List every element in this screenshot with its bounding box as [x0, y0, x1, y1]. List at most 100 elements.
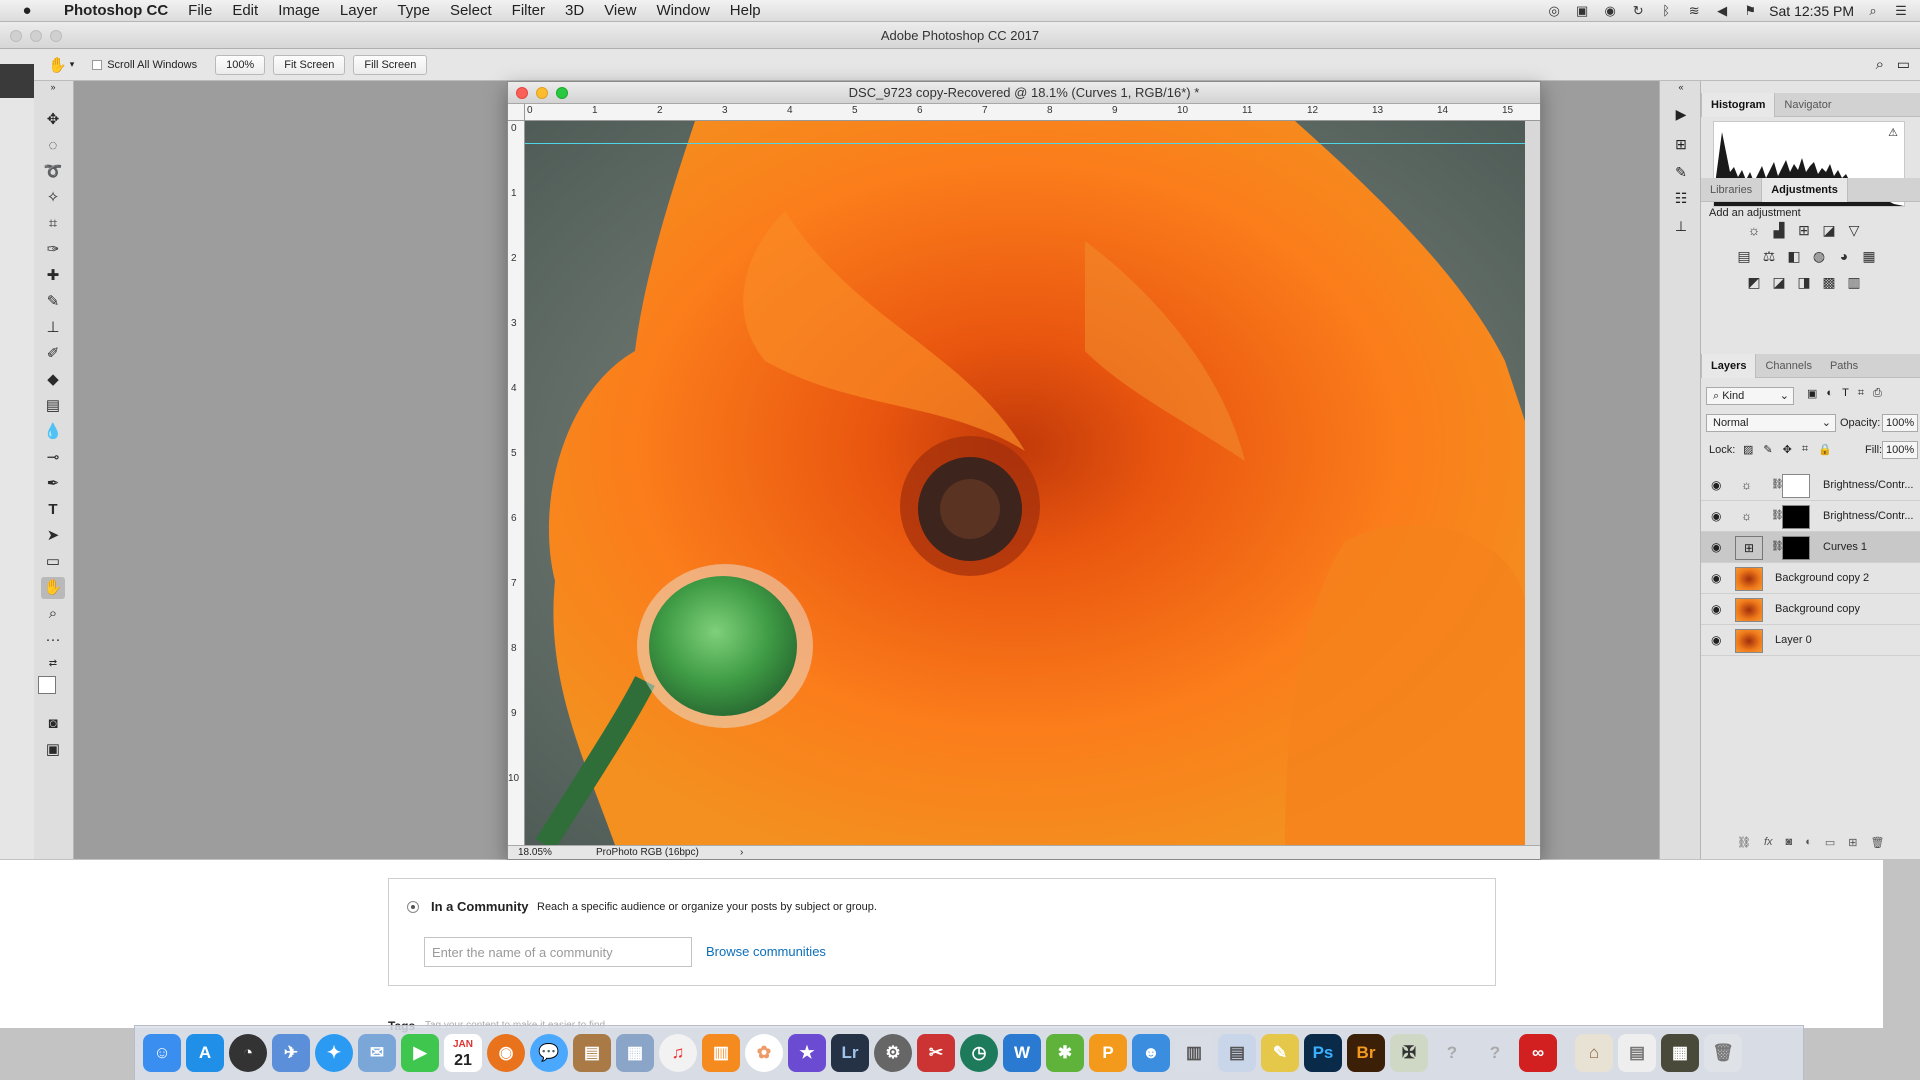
color-balance-icon[interactable]: ⚖ [1760, 248, 1778, 265]
clone-source-icon[interactable]: ⊥ [1669, 215, 1693, 237]
black-white-icon[interactable]: ◧ [1785, 248, 1803, 265]
lock-position-icon[interactable]: ✥ [1783, 443, 1792, 456]
vertical-ruler[interactable]: 0 1 2 3 4 5 6 7 8 9 10 [508, 121, 525, 845]
collapse-panels-icon[interactable]: « [1669, 81, 1693, 93]
fill-input[interactable]: 100% [1882, 441, 1918, 459]
warning-icon[interactable]: ⚠ [1888, 126, 1898, 139]
contacts-icon[interactable]: ▤ [573, 1034, 611, 1072]
chevron-down-icon[interactable]: ▾ [70, 59, 75, 70]
layer-name[interactable]: Curves 1 [1823, 541, 1867, 553]
tab-adjustments[interactable]: Adjustments [1761, 178, 1848, 202]
layer-thumbnail[interactable] [1735, 629, 1763, 653]
lock-artboard-icon[interactable]: ⌗ [1802, 443, 1808, 456]
path-selection-tool-icon[interactable]: ➤ [41, 525, 65, 547]
lock-all-icon[interactable]: 🔒 [1818, 443, 1832, 456]
menu-type[interactable]: Type [387, 0, 440, 22]
mail-icon[interactable]: ✉ [358, 1034, 396, 1072]
tab-layers[interactable]: Layers [1701, 354, 1757, 378]
selective-color-icon[interactable]: ▩ [1820, 274, 1838, 291]
downloads-stack-icon[interactable]: ▦ [1661, 1034, 1699, 1072]
gradient-map-icon[interactable]: ▥ [1845, 274, 1863, 291]
layer-row-selected[interactable]: ◉ ⊞ ⛓ Curves 1 [1701, 532, 1920, 563]
pen-tool-icon[interactable]: ✒ [41, 473, 65, 495]
spotlight-icon[interactable]: ⌕ [1864, 3, 1882, 19]
doc-minimize-button[interactable] [536, 87, 548, 99]
smart-object-filter-icon[interactable]: ⎙ [1873, 387, 1882, 400]
app-notes-icon[interactable]: ✎ [1261, 1034, 1299, 1072]
firefox-icon[interactable]: ◉ [487, 1034, 525, 1072]
apple-icon[interactable]: ● [0, 2, 54, 19]
tab-libraries[interactable]: Libraries [1701, 178, 1761, 202]
fit-screen-button[interactable]: Fit Screen [273, 54, 346, 75]
color-lookup-icon[interactable]: ▦ [1860, 248, 1878, 265]
bluetooth-icon[interactable]: ᛒ [1657, 3, 1675, 19]
quick-mask-icon[interactable]: ◙ [41, 713, 65, 735]
play-actions-icon[interactable]: ▶ [1669, 103, 1693, 125]
swap-colors-icon[interactable]: ⇄ [41, 657, 65, 671]
link-layers-icon[interactable]: ⛓ [1737, 836, 1751, 849]
layer-thumbnail[interactable] [1735, 598, 1763, 622]
itunes-icon[interactable]: ♫ [659, 1034, 697, 1072]
history-panel-icon[interactable]: ⊞ [1669, 133, 1693, 155]
exposure-icon[interactable]: ◪ [1820, 222, 1838, 239]
vibrance-icon[interactable]: ▽ [1845, 222, 1863, 239]
browse-communities-link[interactable]: Browse communities [706, 944, 826, 959]
fx-icon[interactable]: fx [1764, 836, 1773, 849]
home-folder-icon[interactable]: ⌂ [1575, 1034, 1613, 1072]
type-tool-icon[interactable]: T [41, 499, 65, 521]
eye-icon[interactable]: ◉ [1711, 571, 1721, 585]
preview-icon[interactable]: ✈ [272, 1034, 310, 1072]
rectangle-tool-icon[interactable]: ▭ [41, 551, 65, 573]
guide-line[interactable] [525, 143, 1525, 144]
wifi-icon[interactable]: ≋ [1685, 3, 1703, 19]
brush-tool-icon[interactable]: ✎ [41, 291, 65, 313]
eye-icon[interactable]: ◉ [1711, 602, 1721, 616]
sync-icon[interactable]: ◉ [1601, 3, 1619, 19]
time-machine-dock-icon[interactable]: ◷ [960, 1034, 998, 1072]
creative-cloud-icon[interactable]: ◎ [1545, 3, 1563, 19]
eye-icon[interactable]: ◉ [1711, 633, 1721, 647]
system-preferences-icon[interactable]: ⚙ [874, 1034, 912, 1072]
trash-dock-icon[interactable]: 🗑 [1704, 1034, 1742, 1072]
facetime-icon[interactable]: ▶ [401, 1034, 439, 1072]
history-brush-tool-icon[interactable]: ✐ [41, 343, 65, 365]
new-layer-icon[interactable]: ⊞ [1848, 836, 1857, 849]
flag-icon[interactable]: ⚑ [1741, 3, 1759, 19]
menu-view[interactable]: View [594, 0, 646, 22]
menu-3d[interactable]: 3D [555, 0, 594, 22]
app-doc-icon[interactable]: ▤ [1218, 1034, 1256, 1072]
photoshop-icon[interactable]: Ps [1304, 1034, 1342, 1072]
ruler-origin[interactable] [508, 104, 525, 121]
collapse-icon[interactable]: » [41, 81, 65, 93]
app-people-icon[interactable]: ☻ [1132, 1034, 1170, 1072]
channel-mixer-icon[interactable]: ◕ [1835, 248, 1853, 265]
layer-row[interactable]: ◉ Background copy [1701, 594, 1920, 625]
layer-name[interactable]: Background copy [1775, 603, 1860, 615]
invert-icon[interactable]: ◩ [1745, 274, 1763, 291]
lock-transparent-icon[interactable]: ▨ [1743, 443, 1753, 456]
eye-icon[interactable]: ◉ [1711, 540, 1721, 554]
shape-filter-icon[interactable]: ⌗ [1858, 387, 1864, 400]
app-building-icon[interactable]: ▥ [1175, 1034, 1213, 1072]
eyedropper-tool-icon[interactable]: ✑ [41, 239, 65, 261]
layer-name[interactable]: Brightness/Contr... [1823, 479, 1914, 491]
trash-icon[interactable]: 🗑 [1870, 836, 1884, 849]
foreground-color-swatch[interactable] [38, 676, 56, 694]
new-adjustment-icon[interactable]: ◐ [1805, 836, 1812, 849]
layer-name[interactable]: Brightness/Contr... [1823, 510, 1914, 522]
menu-filter[interactable]: Filter [502, 0, 555, 22]
menu-edit[interactable]: Edit [222, 0, 268, 22]
tab-navigator[interactable]: Navigator [1775, 93, 1840, 117]
hue-saturation-icon[interactable]: ▤ [1735, 248, 1753, 265]
workspace-icon[interactable]: ▭ [1897, 56, 1910, 73]
app-store-icon[interactable]: A [186, 1034, 224, 1072]
add-mask-icon[interactable]: ◙ [1786, 836, 1793, 849]
community-radio[interactable] [407, 901, 419, 913]
healing-brush-tool-icon[interactable]: ✚ [41, 265, 65, 287]
photos-icon[interactable]: ✿ [745, 1034, 783, 1072]
new-group-icon[interactable]: ▭ [1825, 836, 1835, 849]
blend-mode-select[interactable]: Normal ⌄ [1706, 414, 1836, 432]
magic-wand-tool-icon[interactable]: ✧ [41, 187, 65, 209]
clock[interactable]: Sat 12:35 PM [1769, 3, 1854, 19]
curves-icon[interactable]: ⊞ [1795, 222, 1813, 239]
